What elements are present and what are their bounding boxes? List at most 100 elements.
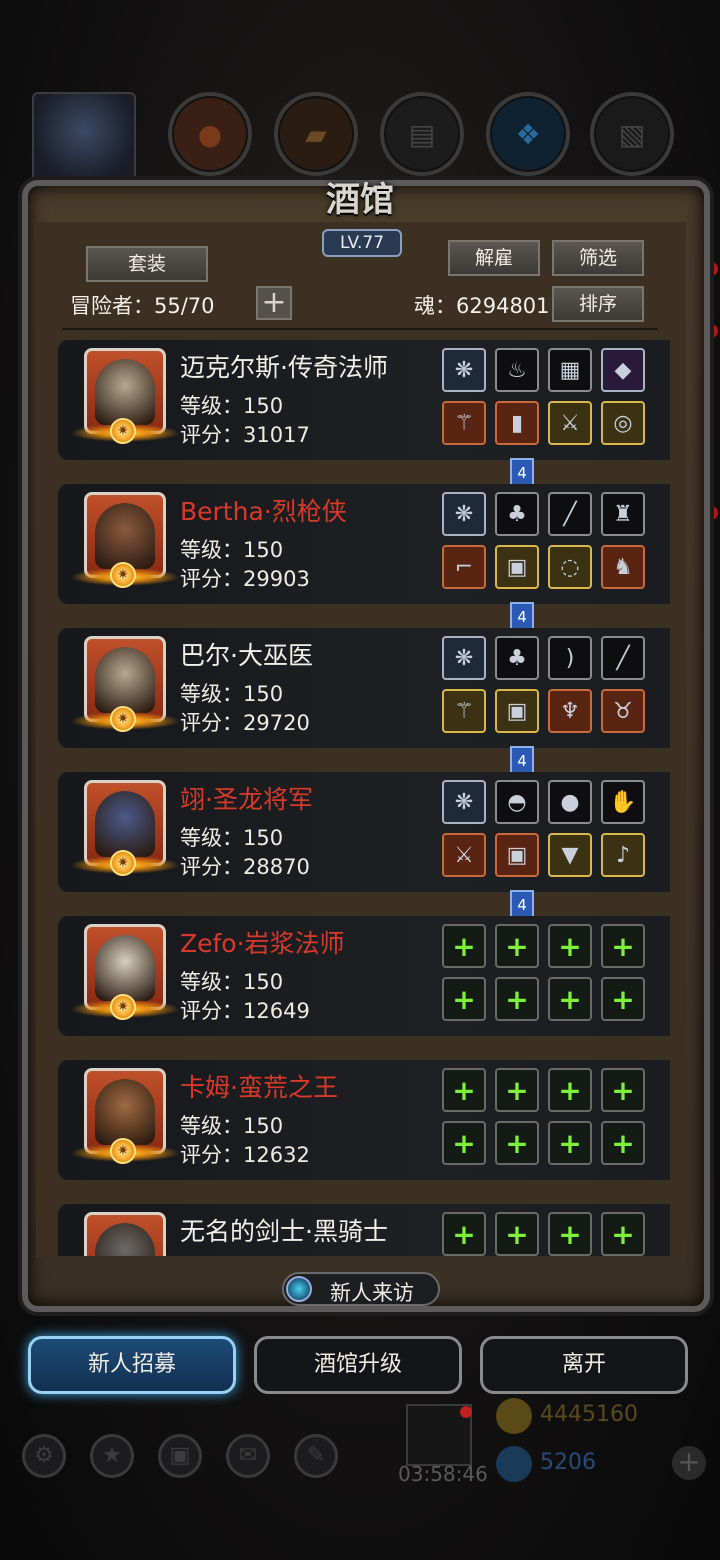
staff-icon[interactable]: ⚚ <box>442 401 486 445</box>
recruit-button[interactable]: 新人招募 <box>28 1336 236 1394</box>
hero-card[interactable]: ✷ 翊·圣龙将军 等级：150 评分：28870 ❋ ◓ ● ✋ ⚔ ▣ ▼ ♪ <box>58 772 670 892</box>
hero-card[interactable]: ✷ Zefo·岩浆法师 等级：150 评分：12649 + + + + + + + + <box>58 916 670 1036</box>
ring-icon[interactable]: ◌ <box>548 545 592 589</box>
add-slot-icon[interactable]: + <box>442 1121 486 1165</box>
staff-icon[interactable]: ⚚ <box>442 689 486 733</box>
hero-portrait[interactable] <box>84 1212 166 1256</box>
armor-icon[interactable]: ▣ <box>495 689 539 733</box>
upgrade-tavern-button[interactable]: 酒馆升级 <box>254 1336 462 1394</box>
add-slot-icon[interactable]: + <box>601 924 645 968</box>
potion-icon[interactable]: ♣ <box>495 636 539 680</box>
gauntlet-icon[interactable]: ✋ <box>601 780 645 824</box>
hero-face <box>95 791 155 857</box>
leave-button[interactable]: 离开 <box>480 1336 688 1394</box>
hero-card[interactable]: ✷ 巴尔·大巫医 等级：150 评分：29720 ❋ ♣) ╱ ⚚ ▣ ♆ ♉ <box>58 628 670 748</box>
armor-icon[interactable]: ▣ <box>495 833 539 877</box>
quest-icon[interactable]: ▣ <box>158 1434 202 1478</box>
meat-icon[interactable]: ● <box>168 92 252 176</box>
wings-icon[interactable]: ❋ <box>442 348 486 392</box>
add-slot-icon[interactable]: + <box>548 1121 592 1165</box>
hero-face <box>95 1223 155 1256</box>
add-slot-icon[interactable]: + <box>548 977 592 1021</box>
set-button[interactable]: 套装 <box>86 246 208 282</box>
bow-icon[interactable]: ) <box>548 636 592 680</box>
lute-icon[interactable]: ♪ <box>601 833 645 877</box>
add-slot-icon[interactable]: + <box>548 1068 592 1112</box>
wings-icon[interactable]: ❋ <box>442 780 486 824</box>
hero-name: 翊·圣龙将军 <box>180 785 313 814</box>
dragon-icon[interactable]: ♞ <box>601 545 645 589</box>
add-currency-button[interactable]: + <box>672 1446 706 1480</box>
wand-icon[interactable]: ╱ <box>548 492 592 536</box>
hero-face <box>95 503 155 569</box>
hero-face <box>95 359 155 425</box>
add-slot-icon[interactable]: + <box>495 977 539 1021</box>
filter-button[interactable]: 筛选 <box>552 240 644 276</box>
add-slot-icon[interactable]: + <box>442 977 486 1021</box>
divider <box>62 328 658 330</box>
potion-icon[interactable]: ♨ <box>495 348 539 392</box>
gem-icon[interactable]: ◆ <box>601 348 645 392</box>
add-slot-icon[interactable]: + <box>601 1068 645 1112</box>
achievement-icon[interactable]: ★ <box>90 1434 134 1478</box>
iron-icon[interactable]: ▧ <box>590 92 674 176</box>
hero-list[interactable]: ✷ 迈克尔斯·传奇法师 等级：150 评分：31017 ❋ ♨ ▦ ◆ ⚚ ▮ ⚔ ◎ 4 ✷ Bertha… <box>50 336 670 1256</box>
gem-currency: 5206 <box>496 1446 696 1482</box>
add-slot-icon[interactable]: + <box>495 1212 539 1256</box>
add-slot-icon[interactable]: + <box>601 1212 645 1256</box>
helmet-icon[interactable]: ◓ <box>495 780 539 824</box>
add-slot-icon[interactable]: + <box>495 1121 539 1165</box>
player-avatar[interactable] <box>32 92 136 188</box>
chat-icon[interactable]: ✎ <box>294 1434 338 1478</box>
add-slot-icon[interactable]: + <box>548 1212 592 1256</box>
hero-level: 等级：150 <box>180 394 284 418</box>
newcomer-visit-button[interactable]: 新人来访 <box>282 1272 440 1306</box>
scroll-icon[interactable]: ▦ <box>548 348 592 392</box>
lantern-icon[interactable]: ♜ <box>601 492 645 536</box>
rifle-icon[interactable]: ⌐ <box>442 545 486 589</box>
wings-icon[interactable]: ❋ <box>442 492 486 536</box>
soul-count: 魂：6294801 <box>414 294 550 318</box>
wood-icon[interactable]: ▰ <box>274 92 358 176</box>
settings-icon[interactable]: ⚙ <box>22 1434 66 1478</box>
amulet-icon[interactable]: ◎ <box>601 401 645 445</box>
expand-capacity-button[interactable]: + <box>256 286 292 320</box>
spear-icon[interactable]: ⚔ <box>548 401 592 445</box>
sword-icon[interactable]: ⚔ <box>442 833 486 877</box>
armor-icon[interactable]: ▮ <box>495 401 539 445</box>
hero-score: 评分：12632 <box>180 1143 310 1167</box>
potion-icon[interactable]: ♣ <box>495 492 539 536</box>
gold-amount: 4445160 <box>540 1402 638 1427</box>
orb-icon[interactable]: ● <box>548 780 592 824</box>
wand-icon[interactable]: ╱ <box>601 636 645 680</box>
hero-face <box>95 647 155 713</box>
hero-card[interactable]: ✷ Bertha·烈枪侠 等级：150 评分：29903 ❋ ♣ ╱ ♜ ⌐ ▣ ◌ ♞ <box>58 484 670 604</box>
hero-score: 评分：29720 <box>180 711 310 735</box>
add-slot-icon[interactable]: + <box>442 1212 486 1256</box>
add-slot-icon[interactable]: + <box>495 924 539 968</box>
add-slot-icon[interactable]: + <box>601 977 645 1021</box>
amulet-icon[interactable]: ▼ <box>548 833 592 877</box>
add-slot-icon[interactable]: + <box>442 1068 486 1112</box>
dismiss-button[interactable]: 解雇 <box>448 240 540 276</box>
stone-icon[interactable]: ▤ <box>380 92 464 176</box>
add-slot-icon[interactable]: + <box>548 924 592 968</box>
add-slot-icon[interactable]: + <box>601 1121 645 1165</box>
adventurer-count: 冒险者：55/70 <box>70 294 215 318</box>
wings-icon[interactable]: ❋ <box>442 636 486 680</box>
sort-button[interactable]: 排序 <box>552 286 644 322</box>
demon-icon[interactable]: ♆ <box>548 689 592 733</box>
newcomer-visit-label: 新人来访 <box>330 1281 414 1305</box>
star-rank-icon: ✷ <box>110 1138 136 1164</box>
mail-icon[interactable]: ✉ <box>226 1434 270 1478</box>
beast-icon[interactable]: ♉ <box>601 689 645 733</box>
hero-card[interactable]: 无名的剑士·黑骑士 + + + + <box>58 1204 670 1256</box>
add-slot-icon[interactable]: + <box>442 924 486 968</box>
hero-name: Zefo·岩浆法师 <box>180 929 345 958</box>
hero-card[interactable]: ✷ 卡姆·蛮荒之王 等级：150 评分：12632 + + + + + + + + <box>58 1060 670 1180</box>
crystal-icon[interactable]: ❖ <box>486 92 570 176</box>
add-slot-icon[interactable]: + <box>495 1068 539 1112</box>
hero-card[interactable]: ✷ 迈克尔斯·传奇法师 等级：150 评分：31017 ❋ ♨ ▦ ◆ ⚚ ▮ ⚔ ◎ <box>58 340 670 460</box>
armor-icon[interactable]: ▣ <box>495 545 539 589</box>
hero-name: 无名的剑士·黑骑士 <box>180 1217 388 1246</box>
